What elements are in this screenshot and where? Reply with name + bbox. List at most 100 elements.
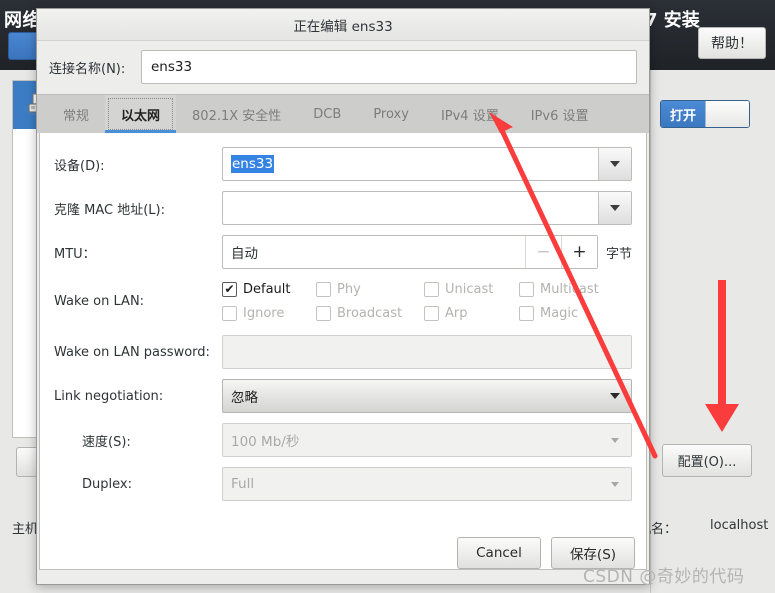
tab-proxy-label: Proxy bbox=[373, 106, 409, 122]
wol-checkbox-broadcast-label: Broadcast bbox=[337, 305, 403, 321]
tab-8021x-security[interactable]: 802.1X 安全性 bbox=[176, 95, 297, 133]
cloned-mac-value bbox=[223, 192, 598, 224]
wol-checkbox-ignore-label: Ignore bbox=[243, 305, 285, 321]
tab-general-label: 常规 bbox=[63, 108, 90, 124]
toggle-knob bbox=[705, 101, 749, 127]
wol-checkbox-magic[interactable]: Magic bbox=[519, 303, 632, 323]
dialog-titlebar: 正在编辑 ens33 bbox=[37, 9, 649, 41]
mtu-decrement-button[interactable]: − bbox=[524, 236, 561, 268]
help-button[interactable]: 帮助！ bbox=[698, 27, 766, 59]
device-value: ens33 bbox=[231, 155, 275, 173]
toggle-on-label: 打开 bbox=[661, 101, 705, 127]
wol-checkbox-arp[interactable]: Arp bbox=[424, 303, 519, 323]
save-button-label: 保存(S) bbox=[569, 547, 617, 563]
device-dropdown-button[interactable] bbox=[598, 148, 631, 180]
wake-on-lan-label: Wake on LAN: bbox=[54, 293, 145, 309]
connection-name-label: 连接名称(N): bbox=[49, 61, 126, 77]
wol-checkbox-default[interactable]: Default bbox=[222, 279, 316, 299]
cloned-mac-combobox[interactable] bbox=[222, 191, 632, 225]
wol-checkbox-phy[interactable]: Phy bbox=[316, 279, 424, 299]
device-label: 设备(D): bbox=[54, 158, 105, 174]
connection-name-value: ens33 bbox=[151, 59, 193, 75]
tab-ethernet-label: 以太网 bbox=[121, 108, 161, 124]
chevron-down-icon bbox=[610, 161, 620, 167]
checkbox-icon bbox=[222, 305, 237, 321]
cloned-mac-label: 克隆 MAC 地址(L): bbox=[54, 202, 165, 218]
ethernet-tab-panel: 设备(D): ens33 克隆 MAC 地址(L): MTU： 自动 − + 字… bbox=[39, 133, 647, 570]
tab-ethernet[interactable]: 以太网 bbox=[105, 95, 177, 133]
device-combobox[interactable]: ens33 bbox=[222, 147, 632, 181]
tab-dcb-label: DCB bbox=[313, 106, 342, 122]
link-negotiation-value: 忽略 bbox=[231, 390, 258, 406]
wol-password-row: Wake on LAN password: bbox=[54, 335, 632, 369]
plus-icon: + bbox=[572, 242, 587, 262]
checkbox-icon bbox=[424, 281, 439, 297]
wol-password-label: Wake on LAN password: bbox=[54, 344, 210, 360]
checkbox-icon bbox=[316, 281, 331, 297]
cloned-mac-row: 克隆 MAC 地址(L): bbox=[54, 191, 632, 225]
mtu-label: MTU： bbox=[54, 246, 96, 262]
duplex-dropdown-button[interactable] bbox=[598, 468, 631, 500]
wol-checkbox-ignore[interactable]: Ignore bbox=[222, 303, 316, 323]
checkbox-checked-icon bbox=[222, 281, 237, 297]
connection-toggle[interactable]: 打开 bbox=[660, 100, 750, 128]
speed-combobox[interactable]: 100 Mb/秒 bbox=[222, 423, 632, 457]
speed-label: 速度(S): bbox=[82, 434, 131, 450]
mtu-increment-button[interactable]: + bbox=[560, 236, 597, 268]
dialog-footer: Cancel 保存(S) bbox=[37, 522, 649, 584]
edit-connection-dialog: 正在编辑 ens33 连接名称(N): ens33 常规 以太网 802.1X … bbox=[36, 8, 650, 585]
tab-ipv6-settings-label: IPv6 设置 bbox=[530, 108, 589, 124]
tab-bar: 常规 以太网 802.1X 安全性 DCB Proxy IPv4 设置 IPv6… bbox=[37, 94, 649, 133]
duplex-value: Full bbox=[231, 476, 255, 492]
tab-8021x-security-label: 802.1X 安全性 bbox=[192, 108, 282, 124]
tab-ipv4-settings[interactable]: IPv4 设置 bbox=[425, 95, 515, 133]
duplex-row: Duplex: Full bbox=[54, 467, 632, 501]
tab-general[interactable]: 常规 bbox=[47, 95, 105, 133]
configure-button-label: 配置(O)... bbox=[677, 455, 737, 470]
chevron-down-icon bbox=[610, 205, 620, 211]
link-negotiation-label: Link negotiation: bbox=[54, 388, 164, 404]
mtu-value: 自动 bbox=[231, 246, 258, 262]
wol-checkbox-default-label: Default bbox=[243, 281, 291, 297]
wol-checkbox-phy-label: Phy bbox=[337, 281, 361, 297]
panel-divider bbox=[650, 70, 651, 593]
chevron-down-icon bbox=[610, 437, 619, 443]
speed-dropdown-button[interactable] bbox=[598, 424, 631, 456]
link-negotiation-combobox[interactable]: 忽略 bbox=[222, 379, 632, 413]
dialog-title: 正在编辑 ens33 bbox=[293, 18, 393, 35]
checkbox-icon bbox=[316, 305, 331, 321]
wol-checkbox-broadcast[interactable]: Broadcast bbox=[316, 303, 424, 323]
wol-password-input[interactable] bbox=[222, 335, 632, 369]
duplex-combobox[interactable]: Full bbox=[222, 467, 632, 501]
wol-checkbox-unicast[interactable]: Unicast bbox=[424, 279, 519, 299]
checkbox-icon bbox=[519, 281, 534, 297]
configure-button[interactable]: 配置(O)... bbox=[662, 444, 752, 477]
cancel-button[interactable]: Cancel bbox=[457, 537, 541, 569]
checkbox-icon bbox=[424, 305, 439, 321]
hostname-label-left: 主机 bbox=[12, 522, 39, 537]
chevron-down-icon bbox=[609, 393, 620, 399]
device-row: 设备(D): ens33 bbox=[54, 147, 632, 181]
cancel-button-label: Cancel bbox=[476, 545, 522, 561]
tab-proxy[interactable]: Proxy bbox=[357, 95, 425, 133]
tab-ipv4-settings-label: IPv4 设置 bbox=[440, 108, 499, 124]
wol-checkbox-magic-label: Magic bbox=[540, 305, 579, 321]
help-button-label: 帮助！ bbox=[711, 36, 753, 52]
hostname-value: localhost bbox=[710, 518, 769, 533]
cloned-mac-dropdown-button[interactable] bbox=[598, 192, 631, 224]
duplex-label: Duplex: bbox=[82, 476, 132, 492]
screen: 网络 7 安装 完 帮助！ bbox=[0, 0, 775, 593]
tab-ipv6-settings[interactable]: IPv6 设置 bbox=[515, 95, 605, 133]
link-negotiation-dropdown-button[interactable] bbox=[598, 380, 631, 412]
wake-on-lan-options: Default Phy Unicast Multicast bbox=[222, 279, 632, 323]
connection-name-input[interactable]: ens33 bbox=[141, 50, 637, 84]
wol-checkbox-multicast[interactable]: Multicast bbox=[519, 279, 632, 299]
wake-on-lan-row: Wake on LAN: Default Phy Unicast bbox=[54, 279, 632, 323]
checkbox-icon bbox=[519, 305, 534, 321]
link-negotiation-row: Link negotiation: 忽略 bbox=[54, 379, 632, 413]
speed-value: 100 Mb/秒 bbox=[231, 434, 300, 450]
minus-icon: − bbox=[536, 242, 551, 262]
connection-name-row: 连接名称(N): ens33 bbox=[37, 41, 649, 94]
tab-dcb[interactable]: DCB bbox=[297, 95, 357, 133]
mtu-spinner[interactable]: 自动 − + bbox=[222, 235, 598, 269]
